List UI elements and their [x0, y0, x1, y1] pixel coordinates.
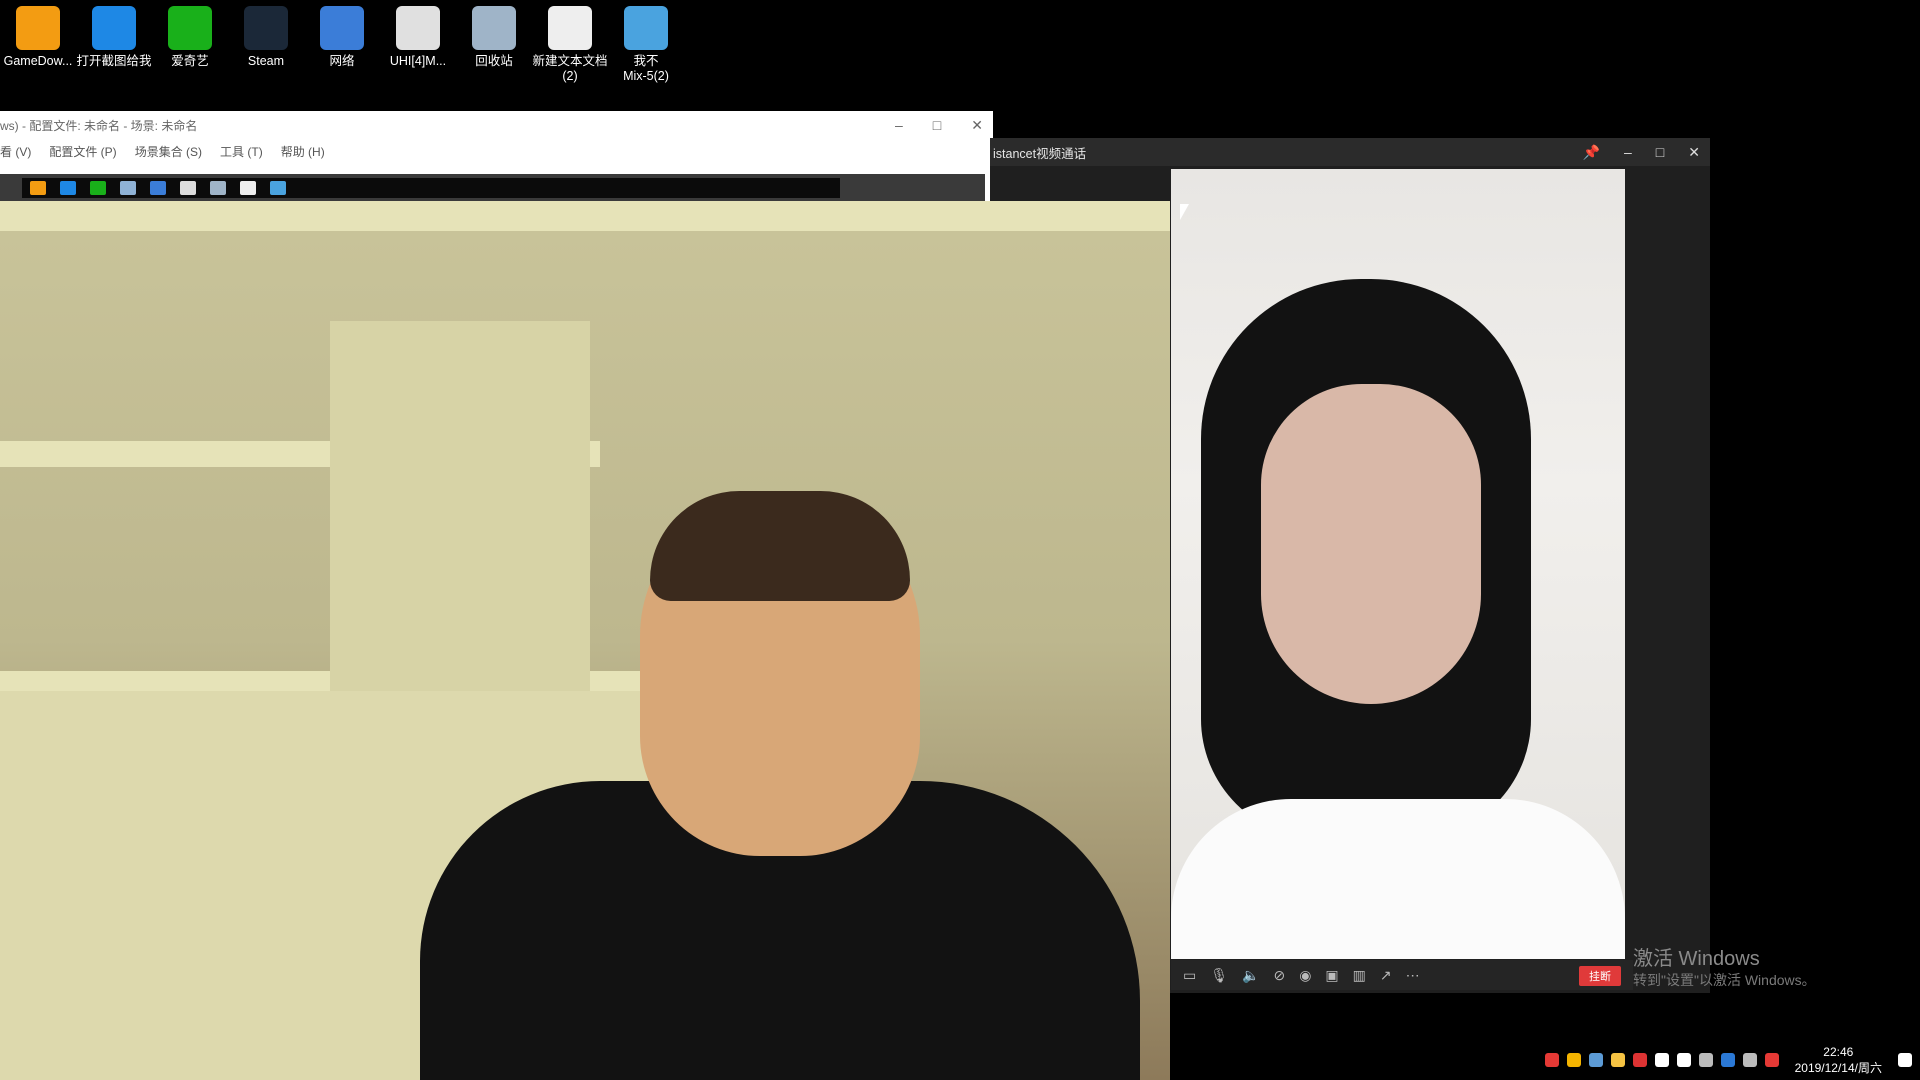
mini-teamviewer-icon [60, 181, 76, 195]
hangup-button[interactable]: 挂断 [1579, 966, 1621, 986]
chat-icon[interactable]: ▭ [1183, 967, 1196, 984]
steam-icon [244, 6, 288, 50]
person-hair [650, 491, 910, 601]
text-file-icon [548, 6, 592, 50]
snapshot-icon[interactable]: ◉ [1299, 967, 1311, 984]
maximize-icon[interactable]: □ [1656, 144, 1664, 160]
mic-icon[interactable]: 🎙 [1210, 967, 1228, 984]
camera-off-icon[interactable]: ⊘ [1273, 967, 1285, 984]
iqiyi-icon [168, 6, 212, 50]
close-icon[interactable]: ✕ [1688, 144, 1700, 161]
mini-steam-icon [120, 181, 136, 195]
typing-icon[interactable] [1654, 1053, 1669, 1067]
desktop-icon-label: GameDow... [3, 54, 73, 68]
activation-watermark: 激活 Windows [1633, 948, 1760, 970]
desktop-icon-4[interactable]: 网络 [304, 6, 380, 84]
desktop-icon-7[interactable]: 新建文本文档 (2) [532, 6, 608, 84]
call-title-bar[interactable]: istancet视频通话 📌 – □ ✕ [990, 138, 1710, 166]
security-icon[interactable] [1764, 1053, 1779, 1067]
clock-time: 22:46 [1823, 1045, 1854, 1059]
mini-image-icon [180, 181, 196, 195]
layout-icon[interactable]: ▥ [1353, 967, 1366, 984]
k-icon[interactable] [1720, 1053, 1735, 1067]
clock-date: 2019/12/14/周六 [1794, 1061, 1882, 1075]
obs-menu-bar: 看 (V) 配置文件 (P) 场景集合 (S) 工具 (T) 帮助 (H) [0, 139, 993, 163]
desktop-icon-label: 我不 Mix-5(2) [623, 54, 669, 83]
mini-iqiyi-icon [90, 181, 106, 195]
sogou-icon[interactable] [1544, 1053, 1559, 1067]
share-icon[interactable]: ↗ [1380, 967, 1392, 984]
recycle-bin-icon [472, 6, 516, 50]
shelf-top [0, 201, 1170, 231]
teamviewer-icon [92, 6, 136, 50]
record-icon[interactable]: ▣ [1325, 967, 1338, 984]
n-icon[interactable] [1676, 1053, 1691, 1067]
mp3-file-icon [624, 6, 668, 50]
desktop-icon-5[interactable]: UHI[4]M... [380, 6, 456, 84]
close-icon[interactable]: ✕ [971, 117, 983, 134]
desktop-icon-label: Steam [247, 54, 285, 68]
mini-gamedownload-icon [30, 181, 46, 195]
display-icon[interactable] [1698, 1053, 1713, 1067]
mini-mp3-icon [270, 181, 286, 195]
obs-title-bar[interactable]: ws) - 配置文件: 未命名 - 场景: 未命名 – □ ✕ [0, 111, 993, 139]
call-toolbar: ▭ 🎙 🔈 ⊘ ◉ ▣ ▥ ↗ ⋯ 挂断 [1171, 960, 1633, 990]
desktop-icon-0[interactable]: GameDow... [0, 6, 76, 84]
menu-profile[interactable]: 配置文件 (P) [49, 143, 116, 160]
volume-icon[interactable] [1742, 1053, 1757, 1067]
minimize-icon[interactable]: – [895, 117, 903, 133]
weibo-icon[interactable] [1632, 1053, 1647, 1067]
system-tray: 22:46 2019/12/14/周六 [1467, 1040, 1920, 1080]
obs-window[interactable]: ws) - 配置文件: 未命名 - 场景: 未命名 – □ ✕ 看 (V) 配置… [0, 111, 993, 205]
desktop-icon-3[interactable]: Steam [228, 6, 304, 84]
speaker-icon[interactable]: 🔈 [1242, 967, 1259, 984]
obs-title-text: ws) - 配置文件: 未命名 - 场景: 未命名 [0, 118, 198, 133]
desktop-icon-label: 打开截图给我 [76, 54, 152, 68]
desktop-icon-label: 回收站 [475, 54, 513, 68]
network-icon [320, 6, 364, 50]
mini-recycle-icon [210, 181, 226, 195]
minimize-icon[interactable]: – [1624, 144, 1632, 160]
desktop-icons: GameDow... 打开截图给我 爱奇艺 Steam 网络 UHI[4]M... 回收站 新… [0, 6, 684, 84]
call-title-text: istancet视频通话 [993, 146, 1087, 161]
mini-text-file-icon [240, 181, 256, 195]
remote-person-collar [1171, 799, 1625, 959]
desktop-icon-1[interactable]: 打开截图给我 [76, 6, 152, 84]
desktop-icon-label: 新建文本文档 (2) [532, 54, 608, 83]
image-file-icon [396, 6, 440, 50]
menu-tools[interactable]: 工具 (T) [220, 143, 263, 160]
notification-icon[interactable] [1898, 1053, 1912, 1067]
remote-video-feed [1171, 169, 1625, 959]
pin-icon[interactable]: 📌 [1583, 144, 1600, 161]
network-tray-icon[interactable] [1588, 1053, 1603, 1067]
gamedownload-icon [16, 6, 60, 50]
desktop-icon-label: 爱奇艺 [171, 54, 209, 68]
g-icon[interactable] [1566, 1053, 1581, 1067]
desktop-icon-8[interactable]: 我不 Mix-5(2) [608, 6, 684, 84]
activation-watermark-sub: 转到"设置"以激活 Windows。 [1633, 972, 1816, 988]
local-webcam-feed [0, 201, 1170, 1080]
obs-preview-strip [0, 174, 985, 202]
qq-icon[interactable] [1610, 1053, 1625, 1067]
clock[interactable]: 22:46 2019/12/14/周六 [1795, 1044, 1882, 1076]
remote-person-face [1261, 384, 1481, 704]
desktop-icon-label: 网络 [329, 54, 355, 68]
obs-preview-icons [22, 178, 840, 198]
mouse-cursor-icon [1180, 204, 1189, 220]
maximize-icon[interactable]: □ [933, 117, 941, 133]
shelf-box [330, 321, 590, 701]
menu-scene-collection[interactable]: 场景集合 (S) [135, 143, 202, 160]
desktop-icon-2[interactable]: 爱奇艺 [152, 6, 228, 84]
desktop-icon-label: UHI[4]M... [389, 54, 447, 68]
more-icon[interactable]: ⋯ [1406, 967, 1420, 984]
desktop-icon-6[interactable]: 回收站 [456, 6, 532, 84]
mini-network-icon [150, 181, 166, 195]
menu-help[interactable]: 帮助 (H) [281, 143, 325, 160]
menu-view[interactable]: 看 (V) [0, 143, 31, 160]
